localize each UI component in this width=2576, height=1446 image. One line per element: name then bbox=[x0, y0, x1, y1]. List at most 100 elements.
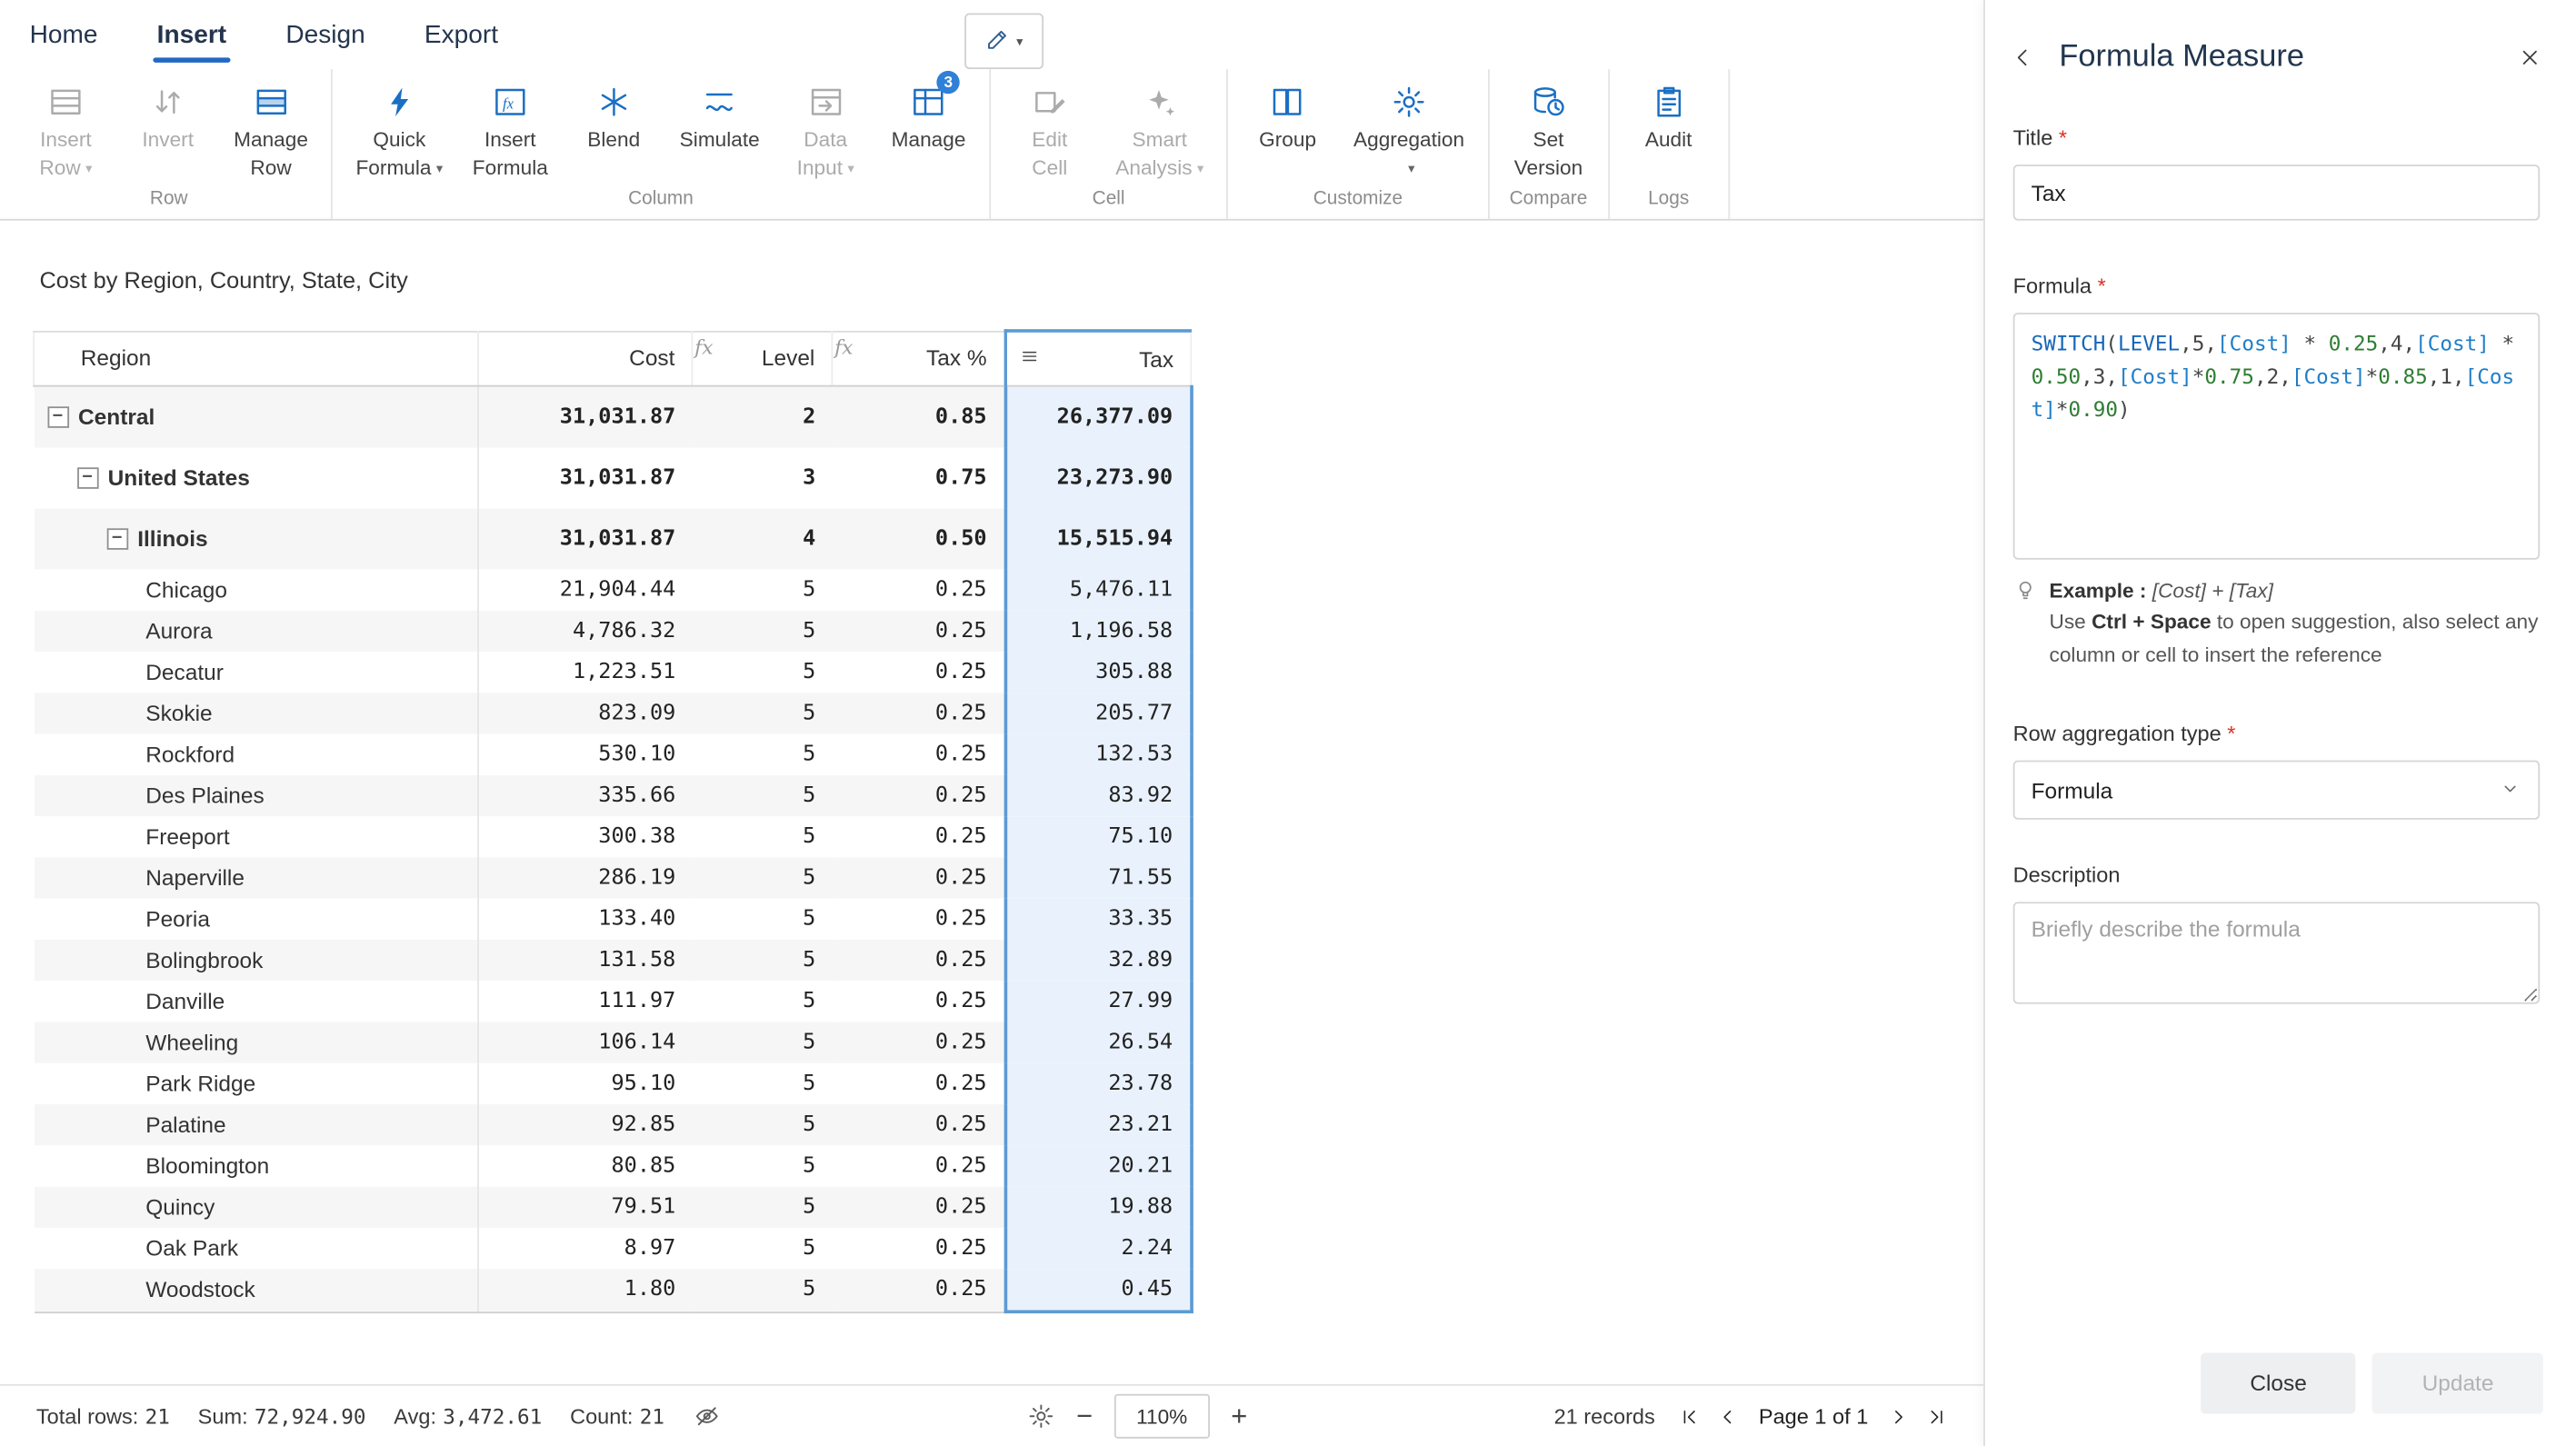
cell-cost[interactable]: 31,031.87 bbox=[478, 386, 692, 448]
cell-tax-pct[interactable]: 0.25 bbox=[832, 1269, 1004, 1311]
cell-tax-pct[interactable]: 0.25 bbox=[832, 981, 1004, 1022]
cell-level[interactable]: 5 bbox=[692, 775, 832, 816]
cell-cost[interactable]: 8.97 bbox=[478, 1228, 692, 1269]
first-page-button[interactable] bbox=[1680, 1405, 1702, 1428]
column-header-cost[interactable]: Cost bbox=[478, 331, 692, 386]
cell-region[interactable]: Bolingbrook bbox=[34, 940, 478, 981]
cell-region[interactable]: Palatine bbox=[34, 1104, 478, 1145]
collapse-toggle[interactable]: − bbox=[106, 528, 128, 550]
cell-level[interactable]: 5 bbox=[692, 734, 832, 775]
cell-tax-pct[interactable]: 0.25 bbox=[832, 611, 1004, 652]
cell-level[interactable]: 5 bbox=[692, 899, 832, 940]
cell-tax[interactable]: 75.10 bbox=[1005, 816, 1192, 857]
cell-region[interactable]: −United States bbox=[34, 448, 478, 509]
cell-level[interactable]: 3 bbox=[692, 448, 832, 509]
cell-tax[interactable]: 20.21 bbox=[1005, 1145, 1192, 1186]
manage-button[interactable]: 3Manage bbox=[876, 69, 980, 186]
zoom-level[interactable]: 110% bbox=[1114, 1394, 1210, 1439]
cell-tax-pct[interactable]: 0.25 bbox=[832, 734, 1004, 775]
set-version-button[interactable]: SetVersion bbox=[1497, 69, 1599, 186]
cell-cost[interactable]: 95.10 bbox=[478, 1063, 692, 1104]
cell-tax-pct[interactable]: 0.25 bbox=[832, 816, 1004, 857]
title-input[interactable] bbox=[2013, 165, 2540, 221]
cell-level[interactable]: 5 bbox=[692, 816, 832, 857]
cell-tax[interactable]: 15,515.94 bbox=[1005, 509, 1192, 570]
cell-region[interactable]: Peoria bbox=[34, 899, 478, 940]
cell-tax[interactable]: 132.53 bbox=[1005, 734, 1192, 775]
cell-tax[interactable]: 23,273.90 bbox=[1005, 448, 1192, 509]
cell-level[interactable]: 5 bbox=[692, 611, 832, 652]
cell-region[interactable]: Naperville bbox=[34, 857, 478, 898]
tab-design[interactable]: Design bbox=[285, 22, 364, 63]
cell-cost[interactable]: 80.85 bbox=[478, 1145, 692, 1186]
data-input-button[interactable]: DataInput▾ bbox=[774, 69, 876, 186]
close-button[interactable]: Close bbox=[2201, 1353, 2356, 1414]
cell-region[interactable]: Park Ridge bbox=[34, 1063, 478, 1104]
cell-region[interactable]: Chicago bbox=[34, 570, 478, 611]
manage-row-button[interactable]: ManageRow bbox=[219, 69, 323, 186]
column-header-level[interactable]: fxLevel bbox=[692, 331, 832, 386]
column-header-tax[interactable]: fxTax % bbox=[832, 331, 1004, 386]
cell-level[interactable]: 2 bbox=[692, 386, 832, 448]
cell-cost[interactable]: 92.85 bbox=[478, 1104, 692, 1145]
cell-cost[interactable]: 1.80 bbox=[478, 1269, 692, 1311]
cell-tax[interactable]: 23.21 bbox=[1005, 1104, 1192, 1145]
cell-cost[interactable]: 79.51 bbox=[478, 1187, 692, 1228]
insert-row-button[interactable]: InsertRow▾ bbox=[15, 69, 116, 186]
next-page-button[interactable] bbox=[1886, 1405, 1909, 1428]
cell-tax-pct[interactable]: 0.25 bbox=[832, 570, 1004, 611]
invert-button[interactable]: Invert bbox=[117, 69, 219, 186]
tab-export[interactable]: Export bbox=[424, 22, 498, 63]
cell-region[interactable]: Des Plaines bbox=[34, 775, 478, 816]
collapse-toggle[interactable]: − bbox=[47, 406, 69, 428]
cell-tax-pct[interactable]: 0.25 bbox=[832, 1104, 1004, 1145]
cell-tax-pct[interactable]: 0.25 bbox=[832, 899, 1004, 940]
cell-region[interactable]: Oak Park bbox=[34, 1228, 478, 1269]
audit-button[interactable]: Audit bbox=[1618, 69, 1720, 186]
cell-cost[interactable]: 335.66 bbox=[478, 775, 692, 816]
group-button[interactable]: Group bbox=[1236, 69, 1338, 186]
cell-region[interactable]: −Central bbox=[34, 386, 478, 448]
cell-tax[interactable]: 19.88 bbox=[1005, 1187, 1192, 1228]
cell-region[interactable]: Aurora bbox=[34, 611, 478, 652]
cell-cost[interactable]: 111.97 bbox=[478, 981, 692, 1022]
cell-tax[interactable]: 33.35 bbox=[1005, 899, 1192, 940]
cell-level[interactable]: 5 bbox=[692, 1104, 832, 1145]
row-aggregation-select[interactable]: Formula bbox=[2013, 761, 2540, 820]
edit-pen-button[interactable]: ▾ bbox=[964, 13, 1043, 69]
cell-tax-pct[interactable]: 0.25 bbox=[832, 1022, 1004, 1063]
cell-level[interactable]: 5 bbox=[692, 1228, 832, 1269]
cell-cost[interactable]: 21,904.44 bbox=[478, 570, 692, 611]
cell-region[interactable]: Quincy bbox=[34, 1187, 478, 1228]
cell-tax[interactable]: 32.89 bbox=[1005, 940, 1192, 981]
cell-tax[interactable]: 5,476.11 bbox=[1005, 570, 1192, 611]
cell-level[interactable]: 5 bbox=[692, 652, 832, 693]
cell-cost[interactable]: 31,031.87 bbox=[478, 448, 692, 509]
cell-tax[interactable]: 1,196.58 bbox=[1005, 611, 1192, 652]
cell-region[interactable]: Wheeling bbox=[34, 1022, 478, 1063]
cell-cost[interactable]: 131.58 bbox=[478, 940, 692, 981]
cell-tax-pct[interactable]: 0.50 bbox=[832, 509, 1004, 570]
blend-button[interactable]: Blend bbox=[563, 69, 664, 186]
cell-level[interactable]: 5 bbox=[692, 940, 832, 981]
cell-tax-pct[interactable]: 0.25 bbox=[832, 1063, 1004, 1104]
cell-tax-pct[interactable]: 0.25 bbox=[832, 940, 1004, 981]
cell-cost[interactable]: 133.40 bbox=[478, 899, 692, 940]
cell-cost[interactable]: 31,031.87 bbox=[478, 509, 692, 570]
cell-level[interactable]: 5 bbox=[692, 981, 832, 1022]
cell-region[interactable]: Bloomington bbox=[34, 1145, 478, 1186]
cell-tax-pct[interactable]: 0.85 bbox=[832, 386, 1004, 448]
smart-analysis-button[interactable]: SmartAnalysis▾ bbox=[1101, 69, 1219, 186]
column-menu-icon[interactable] bbox=[1018, 345, 1040, 372]
tab-home[interactable]: Home bbox=[30, 22, 98, 63]
cell-tax[interactable]: 0.45 bbox=[1005, 1269, 1192, 1311]
cell-tax[interactable]: 71.55 bbox=[1005, 857, 1192, 898]
cell-tax[interactable]: 23.78 bbox=[1005, 1063, 1192, 1104]
zoom-out-button[interactable]: − bbox=[1076, 1402, 1093, 1431]
cell-level[interactable]: 5 bbox=[692, 1187, 832, 1228]
cell-region[interactable]: Freeport bbox=[34, 816, 478, 857]
cell-tax[interactable]: 26.54 bbox=[1005, 1022, 1192, 1063]
cell-cost[interactable]: 106.14 bbox=[478, 1022, 692, 1063]
cell-tax[interactable]: 26,377.09 bbox=[1005, 386, 1192, 448]
cell-level[interactable]: 5 bbox=[692, 1063, 832, 1104]
